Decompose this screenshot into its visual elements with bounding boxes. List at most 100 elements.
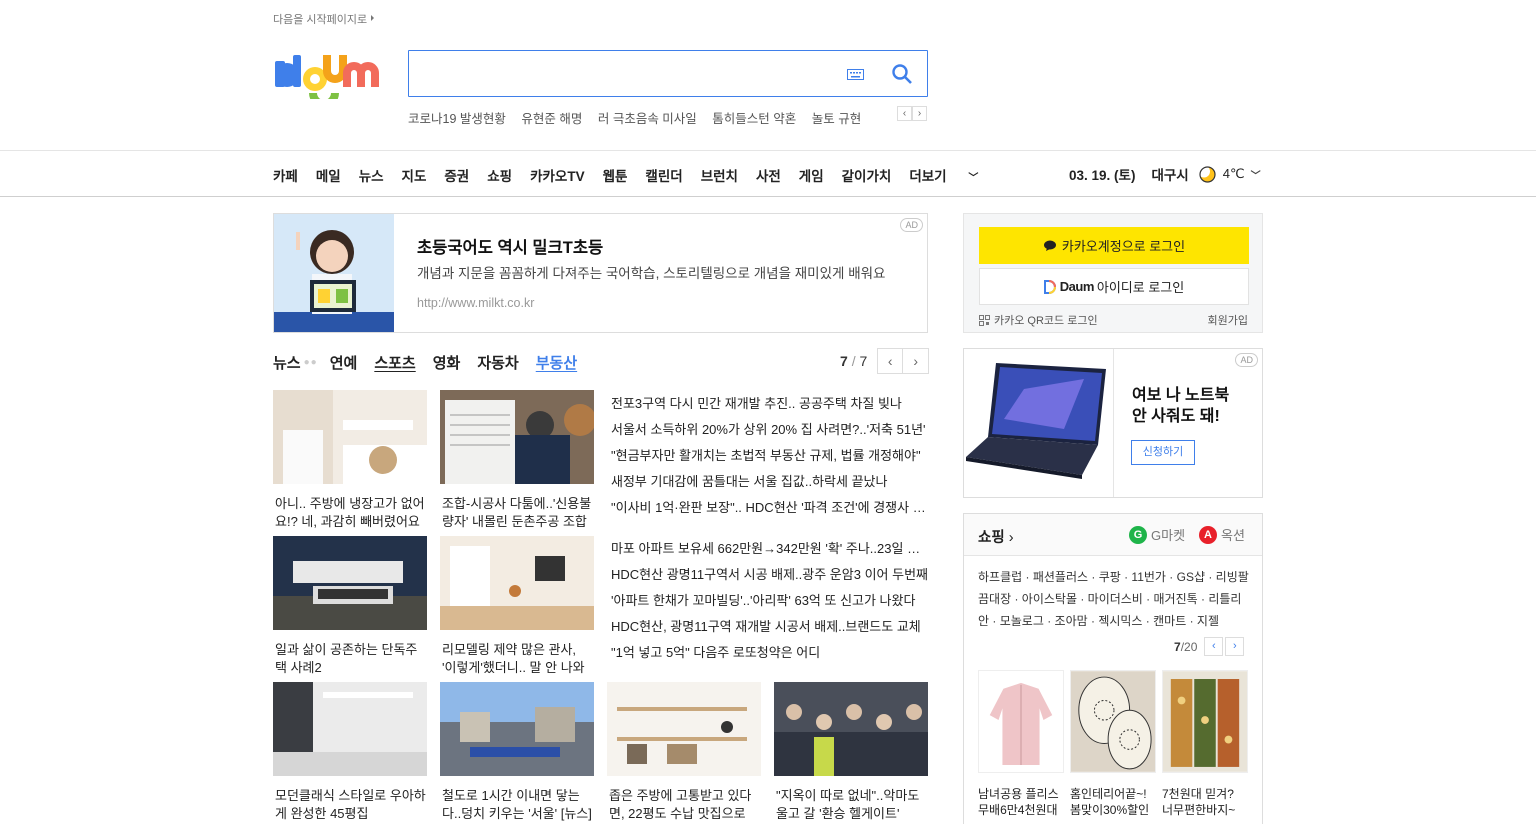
- signup-link[interactable]: 회원가입: [1208, 312, 1248, 328]
- tab-sports[interactable]: 스포츠: [374, 352, 415, 373]
- headline-item[interactable]: "1억 넣고 5억" 다음주 로또청약은 어디: [611, 640, 929, 666]
- chevron-down-icon: ﹀: [1250, 170, 1261, 182]
- ad-side-banner[interactable]: 여보 나 노트북 안 사줘도 돼! 신청하기 AD: [963, 348, 1263, 498]
- keyboard-icon[interactable]: [847, 69, 864, 80]
- ad-url: http://www.milkt.co.kr: [417, 296, 535, 310]
- trending-item[interactable]: 코로나19 발생현황: [408, 112, 506, 126]
- news-thumb-image: [774, 682, 928, 776]
- news-thumb-card[interactable]: 좁은 주방에 고통받고 있다면, 22평도 수납 맛집으로: [607, 682, 761, 823]
- ad-side-title-line: 여보 나 노트북: [1132, 387, 1230, 404]
- tab-entertainment[interactable]: 연예: [330, 352, 358, 373]
- headline-item[interactable]: 전포3구역 다시 민간 재개발 추진.. 공공주택 차질 빚나: [611, 391, 929, 417]
- kakao-login-button[interactable]: 카카오계정으로 로그인: [979, 227, 1249, 264]
- nav-webtoon[interactable]: 웹툰: [603, 165, 628, 185]
- news-page-current: 7: [840, 353, 848, 369]
- daum-logo[interactable]: [273, 49, 389, 99]
- nav-cafe[interactable]: 카페: [273, 165, 298, 185]
- news-thumb-caption: 일과 삶이 공존하는 단독주택 사례2: [275, 642, 418, 675]
- gmarket-icon: G: [1129, 525, 1147, 544]
- search-input[interactable]: [419, 59, 829, 89]
- product-image: [1070, 670, 1156, 773]
- ad-banner[interactable]: 초등국어도 역시 밀크T초등 개념과 지문을 꼼꼼하게 다져주는 국어학습, 스…: [273, 213, 928, 333]
- headline-item[interactable]: 새정부 기대감에 꿈틀대는 서울 집값..하락세 끝났나: [611, 469, 929, 495]
- shopping-page-total: /20: [1180, 639, 1198, 654]
- product-caption-line: 홈인테리어끝~!: [1070, 787, 1147, 801]
- product-card[interactable]: 남녀공용 플리스 무배6만4천원대: [978, 670, 1064, 818]
- news-thumb-card[interactable]: 모던클래식 스타일로 우아하게 완성한 45평집: [273, 682, 427, 823]
- set-homepage-link[interactable]: 다음을 시작페이지로: [273, 11, 375, 27]
- search-icon[interactable]: [891, 63, 913, 85]
- trending-item[interactable]: 톰히들스턴 약혼: [712, 112, 796, 126]
- chevron-left-icon[interactable]: ‹: [1204, 637, 1224, 656]
- ad-side-title-line: 안 사줘도 돼!: [1132, 408, 1220, 425]
- chevron-right-icon: ›: [1008, 530, 1014, 546]
- gmarket-label: G마켓: [1151, 528, 1186, 543]
- news-thumb-card[interactable]: 조합-시공사 다툼에..'신용불량자' 내몰린 둔촌주공 조합원: [440, 390, 596, 531]
- headline-item[interactable]: HDC현산 광명11구역서 시공 배제..광주 운암3 이어 두번째: [611, 562, 929, 588]
- headline-item[interactable]: 서울서 소득하위 20%가 상위 20% 집 사려면?..'저축 51년': [611, 417, 929, 443]
- nav-shopping[interactable]: 쇼핑: [487, 165, 512, 185]
- nav-together[interactable]: 같이가치: [842, 165, 892, 185]
- nav-more[interactable]: 더보기 ﹀: [909, 165, 996, 185]
- shopping-partner-links[interactable]: 하프클럽 · 패션플러스 · 쿠팡 · 11번가 · GS샵 · 리빙팔끔대장 …: [978, 566, 1252, 632]
- headline-item[interactable]: "이사비 1억·완판 보장".. HDC현산 '파격 조건'에 경쟁사 반발: [611, 495, 929, 521]
- chevron-right-icon[interactable]: ›: [903, 348, 930, 374]
- news-thumb-card[interactable]: 리모델링 제약 많은 관사, '이렇게'했더니.. 말 안 나와: [440, 536, 594, 677]
- nav-brunch[interactable]: 브런치: [701, 165, 738, 185]
- nav-map[interactable]: 지도: [402, 165, 427, 185]
- product-caption: 홈인테리어끝~! 봄맞이30%할인: [1070, 786, 1156, 818]
- qr-login-link[interactable]: 카카오 QR코드 로그인: [979, 312, 1098, 328]
- moon-icon: [1198, 165, 1216, 183]
- tab-realestate[interactable]: 부동산: [536, 352, 577, 373]
- nav-game[interactable]: 게임: [799, 165, 824, 185]
- product-card[interactable]: 홈인테리어끝~! 봄맞이30%할인: [1070, 670, 1156, 818]
- service-menu: 카페 메일 뉴스 지도 증권 쇼핑 카카오TV 웹툰 캘린더 브런치 사전 게임…: [273, 165, 1014, 185]
- chevron-left-icon[interactable]: ‹: [877, 348, 904, 374]
- tab-news[interactable]: 뉴스: [273, 352, 301, 373]
- trending-item[interactable]: 유현준 해명: [521, 112, 582, 126]
- auction-label: 옥션: [1221, 528, 1245, 543]
- nav-mail[interactable]: 메일: [316, 165, 341, 185]
- nav-calendar[interactable]: 캘린더: [645, 165, 682, 185]
- dots-icon: ●●: [303, 357, 318, 368]
- trending-item[interactable]: 놀토 규현: [812, 112, 861, 126]
- shopping-title[interactable]: 쇼핑 ›: [978, 526, 1014, 547]
- daum-logo-text: Daum: [1059, 279, 1095, 294]
- news-thumb-caption: 아니.. 주방에 냉장고가 없어요!? 네, 과감히 빼버렸어요: [275, 496, 425, 529]
- tab-car[interactable]: 자동차: [477, 352, 518, 373]
- nav-news[interactable]: 뉴스: [359, 165, 384, 185]
- headline-item[interactable]: 마포 아파트 보유세 662만원→342만원 '확' 주나..23일 발표: [611, 536, 929, 562]
- nav-stock[interactable]: 증권: [444, 165, 469, 185]
- news-thumb-caption: "지옥이 따로 없네"..악마도 울고 갈 '환승 헬게이트': [776, 788, 920, 821]
- product-image: [978, 670, 1064, 773]
- tab-movie[interactable]: 영화: [433, 352, 461, 373]
- trending-item[interactable]: 러 극초음속 미사일: [598, 112, 697, 126]
- chevron-right-icon[interactable]: ›: [1225, 637, 1245, 656]
- chevron-right-icon[interactable]: ›: [912, 106, 927, 121]
- nav-kakaotv[interactable]: 카카오TV: [530, 165, 585, 185]
- chevron-left-icon[interactable]: ‹: [897, 106, 912, 121]
- weather-widget[interactable]: 03. 19. (토) 대구시 4℃ ﹀: [1069, 164, 1261, 184]
- city-label: 대구시: [1151, 168, 1189, 183]
- news-thumb-card[interactable]: 일과 삶이 공존하는 단독주택 사례2: [273, 536, 427, 677]
- news-thumb-card[interactable]: 철도로 1시간 이내면 닿는다..덩치 키우는 '서울' [뉴스]: [440, 682, 594, 823]
- headline-item[interactable]: HDC현산, 광명11구역 재개발 시공서 배제..브랜드도 교체: [611, 614, 929, 640]
- news-thumb-card[interactable]: "지옥이 따로 없네"..악마도 울고 갈 '환승 헬게이트': [774, 682, 928, 823]
- headline-list: 전포3구역 다시 민간 재개발 추진.. 공공주택 차질 빚나 서울서 소득하위…: [611, 391, 929, 521]
- ad-apply-button[interactable]: 신청하기: [1131, 440, 1195, 465]
- headline-item[interactable]: "현금부자만 활개치는 초법적 부동산 규제, 법률 개정해야": [611, 443, 929, 469]
- news-thumb-card[interactable]: 아니.. 주방에 냉장고가 없어요!? 네, 과감히 빼버렸어요: [273, 390, 427, 531]
- gmarket-link[interactable]: G G마켓: [1129, 525, 1185, 544]
- daum-login-button[interactable]: Daum 아이디로 로그인: [979, 268, 1249, 305]
- search-box[interactable]: [408, 50, 928, 97]
- news-thumb-image: [273, 390, 427, 484]
- trending-nav: ‹ ›: [897, 106, 927, 121]
- set-homepage-label: 다음을 시작페이지로: [273, 14, 368, 26]
- auction-link[interactable]: A 옥션: [1199, 525, 1245, 544]
- headline-item[interactable]: '아파트 한채가 꼬마빌딩'..'아리팍' 63억 또 신고가 나왔다: [611, 588, 929, 614]
- auction-icon: A: [1199, 525, 1217, 544]
- laptop-ad-image: [964, 349, 1114, 497]
- shopping-title-label: 쇼핑: [978, 530, 1005, 546]
- nav-dictionary[interactable]: 사전: [756, 165, 781, 185]
- product-card[interactable]: 7천원대 믿겨? 너무편한바지~: [1162, 670, 1248, 818]
